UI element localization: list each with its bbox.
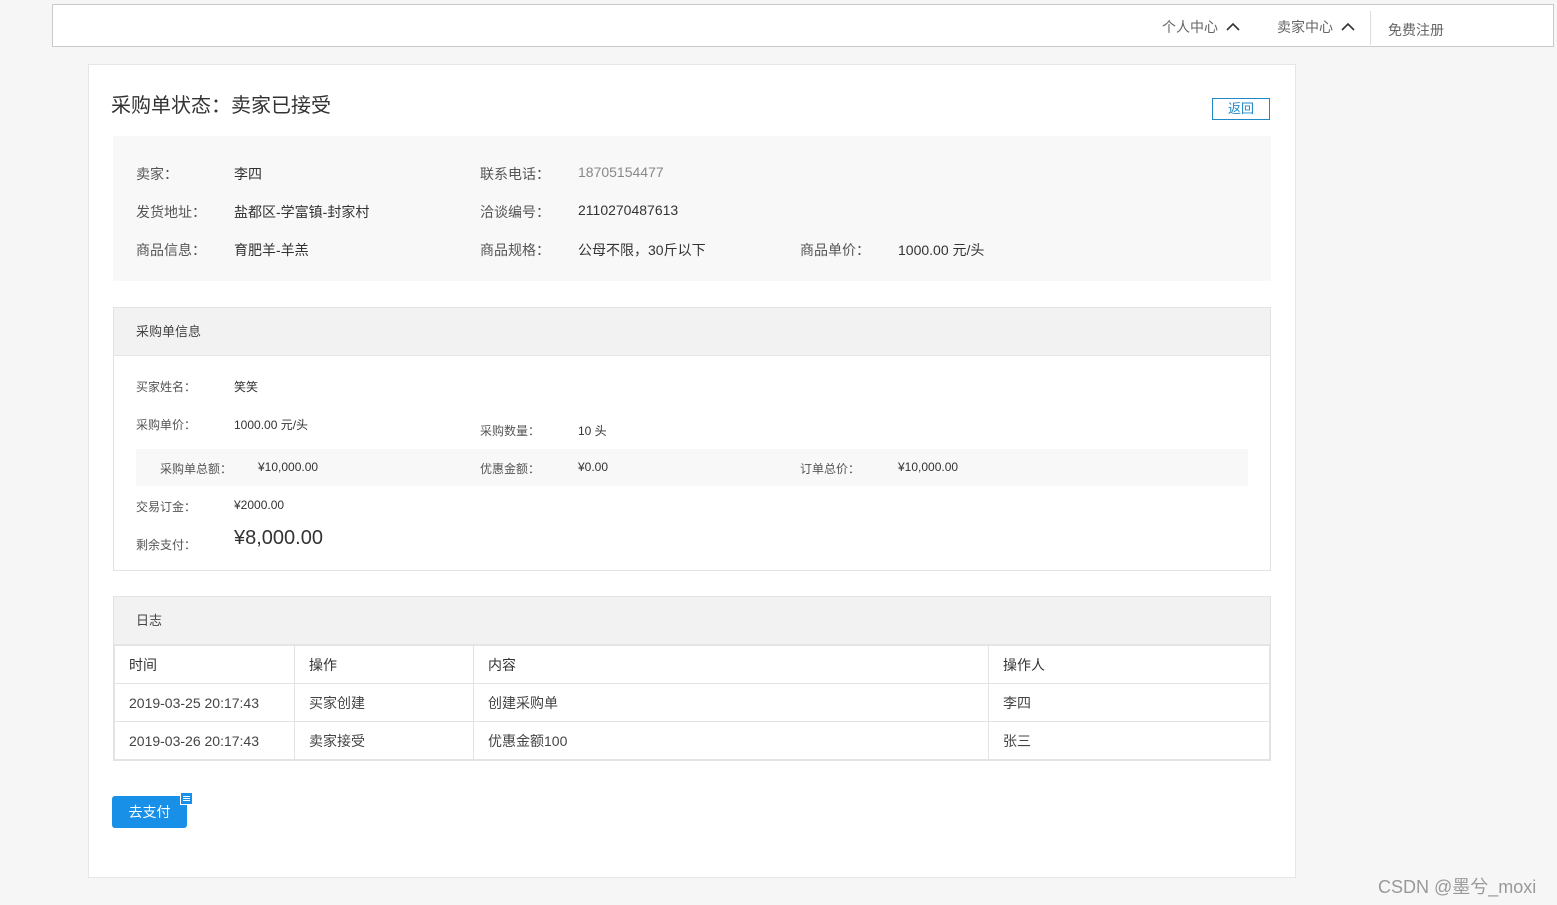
order-detail-card: 采购单状态：卖家已接受 返回 卖家： 李四 联系电话： 18705154477 … [88,64,1296,878]
phone-label: 联系电话： [480,166,550,182]
column-header: 内容 [473,645,989,684]
address-value: 盐都区-学富镇-封家村 [234,204,370,220]
nav-personal-center[interactable]: 个人中心 [1162,17,1240,37]
nav-register[interactable]: 免费注册 [1388,20,1444,40]
negotiation-label: 洽谈编号： [480,204,550,220]
log-operator: 张三 [988,721,1270,760]
chevron-up-icon [1341,22,1355,31]
quantity-value: 10 头 [578,424,607,438]
unit-price-label: 商品单价： [800,242,870,258]
negotiation-value: 2110270487613 [578,202,679,218]
order-total-value: ¥10,000.00 [258,460,319,474]
order-info-panel: 采购单信息 买家姓名： 笑笑 采购单价： 1000.00 元/头 采购数量： 1… [113,307,1271,571]
summary-section: 卖家： 李四 联系电话： 18705154477 发货地址： 盐都区-学富镇-封… [113,136,1271,281]
phone-value: 18705154477 [578,164,664,180]
page-title: 采购单状态：卖家已接受 [111,95,331,117]
log-heading: 日志 [114,597,1270,645]
top-navigation-bar: 个人中心 卖家中心 免费注册 [52,4,1554,47]
nav-seller-center[interactable]: 卖家中心 [1277,17,1355,37]
grand-total-label: 订单总价： [800,462,861,476]
buyer-name-label: 买家姓名： [136,380,197,394]
log-content: 创建采购单 [473,683,989,722]
log-content: 优惠金额100 [473,721,989,760]
nav-register-label: 免费注册 [1388,22,1444,38]
product-label: 商品信息： [136,242,206,258]
log-panel: 日志 时间 操作 内容 操作人 2019-03-25 20:17:43 买家创建… [113,596,1271,761]
order-total-label: 采购单总额： [160,462,233,476]
column-header: 操作人 [988,645,1270,684]
unit-price-value: 1000.00 元/头 [898,242,985,258]
product-value: 育肥羊-羊羔 [234,242,309,258]
order-info-heading: 采购单信息 [114,308,1270,356]
deposit-label: 交易订金： [136,500,197,514]
log-action: 买家创建 [294,683,474,722]
nav-personal-center-label: 个人中心 [1162,19,1218,35]
discount-label: 优惠金额： [480,462,541,476]
pay-button[interactable]: 去支付 [112,796,187,828]
table-row: 2019-03-26 20:17:43 卖家接受 优惠金额100 张三 [114,721,1270,760]
list-icon [180,792,193,805]
discount-value: ¥0.00 [578,460,609,474]
seller-value: 李四 [234,166,262,182]
nav-seller-center-label: 卖家中心 [1277,19,1333,35]
buyer-name-value: 笑笑 [234,380,259,394]
column-header: 时间 [114,645,295,684]
seller-label: 卖家： [136,166,178,182]
purchase-price-label: 采购单价： [136,418,197,432]
back-button[interactable]: 返回 [1212,98,1270,120]
log-table-header-row: 时间 操作 内容 操作人 [114,645,1270,684]
remaining-label: 剩余支付： [136,538,197,552]
log-action: 卖家接受 [294,721,474,760]
grand-total-value: ¥10,000.00 [898,460,959,474]
column-header: 操作 [294,645,474,684]
address-label: 发货地址： [136,204,206,220]
nav-divider [1370,11,1371,45]
chevron-up-icon [1226,22,1240,31]
log-table: 时间 操作 内容 操作人 2019-03-25 20:17:43 买家创建 创建… [114,645,1270,760]
watermark: CSDN @墨兮_moxi [1378,877,1537,897]
totals-row: 采购单总额： ¥10,000.00 优惠金额： ¥0.00 订单总价： ¥10,… [136,449,1248,486]
spec-label: 商品规格： [480,242,550,258]
quantity-label: 采购数量： [480,424,541,438]
remaining-value: ¥8,000.00 [234,527,323,549]
table-row: 2019-03-25 20:17:43 买家创建 创建采购单 李四 [114,683,1270,722]
log-operator: 李四 [988,683,1270,722]
log-time: 2019-03-26 20:17:43 [114,721,295,760]
log-time: 2019-03-25 20:17:43 [114,683,295,722]
purchase-price-value: 1000.00 元/头 [234,418,309,432]
deposit-value: ¥2000.00 [234,498,285,512]
spec-value: 公母不限，30斤以下 [578,242,706,258]
